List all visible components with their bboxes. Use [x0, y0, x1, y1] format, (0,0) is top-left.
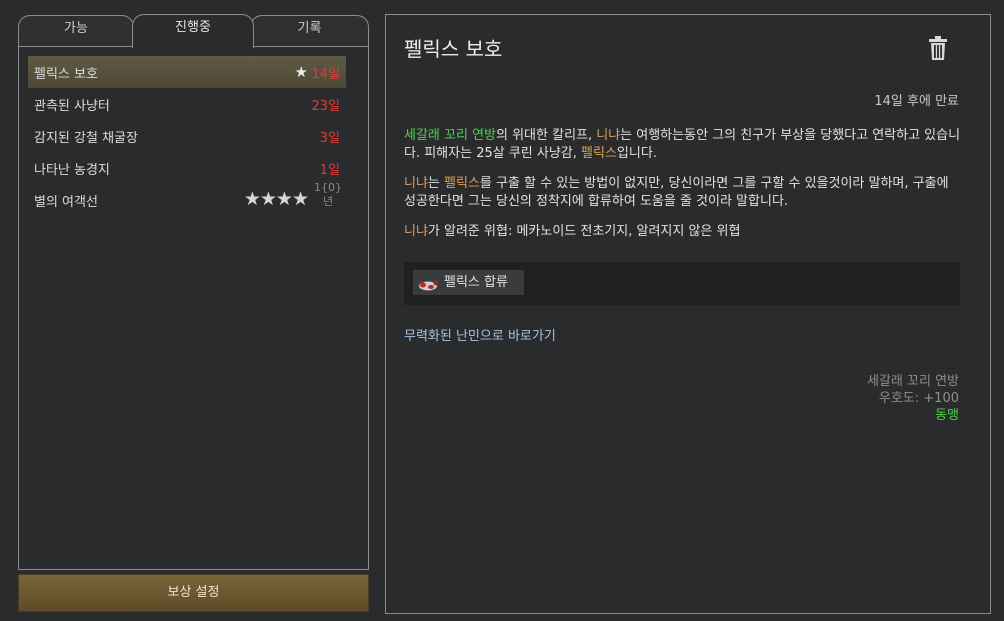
tab-history[interactable]: 기록 [250, 15, 369, 46]
expire-label: 14일 후에 만료 [874, 94, 959, 109]
pawn-name: 펠릭스 [444, 176, 480, 191]
pawn-name: 니냐 [596, 128, 621, 143]
quest-description-1: 세갈래 꼬리 연방의 위대한 칼리프, 니냐는 여행하는동안 그의 친구가 부상… [404, 128, 961, 161]
quest-item-felix[interactable]: 펠릭스 보호 ★ 14일 [28, 56, 346, 88]
quest-detail-panel: 펠릭스 보호 14일 후에 만료 세갈래 꼬리 연방의 위대한 칼리프, 니냐는… [385, 14, 991, 614]
reward-settings-button[interactable]: 보상 설정 [18, 574, 369, 612]
rating-stars-icon: ★★★★ [243, 188, 309, 210]
quest-item-starliner[interactable]: 별의 여객선 ★★★★ 1{0} 년 [28, 181, 346, 216]
faction-name: 세갈래 꼬리 연방 [867, 374, 959, 389]
reward-item-join[interactable]: 펠릭스 합류 [413, 270, 524, 295]
quest-list: 펠릭스 보호 ★ 14일 관측된 사냥터 23일 감지된 강철 채굴장 3일 나… [18, 46, 369, 570]
goodwill-value: 우호도: +100 [878, 391, 959, 406]
jump-to-refugee-link[interactable]: 무력화된 난민으로 바로가기 [404, 325, 556, 344]
trash-icon[interactable] [928, 35, 948, 61]
quest-name: 나타난 농경지 [34, 163, 110, 178]
quest-name: 별의 여객선 [34, 195, 98, 210]
quest-tabs: 가능 기록 진행중 [18, 14, 369, 48]
faction-info: 세갈래 꼬리 연방 우호도: +100 동맹 [867, 373, 959, 424]
quest-time: 1일 [319, 163, 340, 178]
quest-description-2: 니냐는 펠릭스를 구출 할 수 있는 방법이 없지만, 당신이라면 그를 구할 … [404, 176, 949, 209]
star-icon: ★ [294, 63, 308, 81]
quest-item-steel[interactable]: 감지된 강철 채굴장 3일 [28, 120, 346, 152]
quest-time: 23일 [311, 99, 340, 114]
quest-name: 관측된 사냥터 [34, 99, 110, 114]
quest-time: 14일 [311, 67, 340, 82]
relation-status: 동맹 [935, 408, 959, 423]
quest-threats: 니냐가 알려준 위협: 메카노이드 전초기지, 알려지지 않은 위협 [404, 224, 741, 239]
quest-name: 감지된 강철 채굴장 [34, 131, 138, 146]
quest-time: 3일 [319, 131, 340, 146]
reward-label: 펠릭스 합류 [444, 275, 508, 290]
quest-item-hunting[interactable]: 관측된 사냥터 23일 [28, 88, 346, 120]
pawn-name: 펠릭스 [581, 146, 617, 161]
faction-link: 세갈래 꼬리 연방 [404, 128, 496, 143]
tab-available[interactable]: 가능 [18, 15, 134, 46]
pawn-name: 니냐 [404, 224, 428, 239]
quest-time: 1{0} 년 [314, 181, 342, 208]
reward-box: 펠릭스 합류 [404, 262, 960, 305]
pawn-icon [417, 276, 439, 291]
quest-name: 펠릭스 보호 [34, 67, 98, 82]
tab-active[interactable]: 진행중 [132, 14, 254, 48]
pawn-name: 니냐 [404, 176, 428, 191]
quest-item-farmland[interactable]: 나타난 농경지 1일 [28, 152, 346, 184]
quest-title: 펠릭스 보호 [404, 37, 503, 61]
